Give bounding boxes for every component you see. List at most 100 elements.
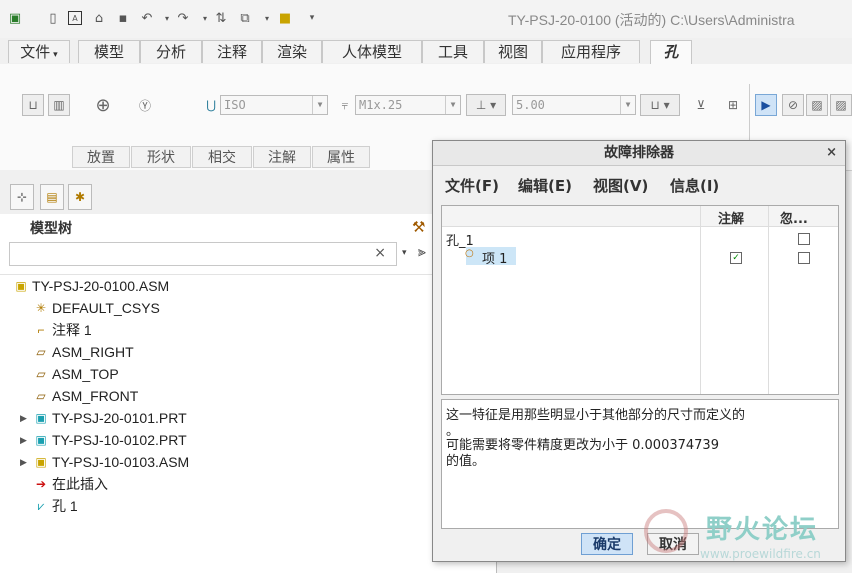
tree-item-label: DEFAULT_CSYS [52,300,160,316]
favorites-tab-icon[interactable]: ✱ [68,184,92,210]
tab-render[interactable]: 渲染 [262,40,322,63]
annotate-icon[interactable]: A [68,11,82,25]
profile-hole-icon[interactable]: Ⓨ [134,94,156,116]
dialog-title: 故障排除器 [433,141,845,166]
tree-item[interactable]: ✳ DEFAULT_CSYS [0,297,496,319]
subtab-shape[interactable]: 形状 [131,146,191,168]
tree-item[interactable]: ➔ 在此插入 [0,473,496,495]
folder-browser-tab-icon[interactable]: ▤ [40,184,64,210]
tab-human-model[interactable]: 人体模型 [322,40,422,63]
menu-file[interactable]: 文件(F) [445,175,499,196]
tree-item[interactable]: ⩗ 孔 1 [0,495,496,517]
expand-arrow-icon[interactable]: ▶ [20,429,27,451]
tapping-icon[interactable]: ⫧ [334,94,356,116]
tab-tools[interactable]: 工具 [422,40,484,63]
datum-plane-icon: ▱ [36,389,46,403]
ignore-checkbox[interactable] [798,252,810,264]
tree-item-label: TY-PSJ-10-0102.PRT [52,432,187,448]
tab-model[interactable]: 模型 [78,40,140,63]
app-icon: ▣ [8,10,22,26]
customize-toolbar-icon[interactable]: ▾ [303,9,321,27]
tree-item-label: TY-PSJ-20-0101.PRT [52,410,187,426]
depth-option-icon[interactable]: ⊥ ▾ [466,94,506,116]
filter-dropdown-icon[interactable]: ▾ [402,248,407,258]
tree-item[interactable]: ▱ ASM_TOP [0,363,496,385]
no-preview-icon[interactable]: ⊘ [782,94,804,116]
part-icon: ▣ [35,411,47,425]
redo-icon[interactable]: ↷ [174,9,192,27]
warning-dot-icon: ○ [465,248,474,259]
model-tree-search-input[interactable]: × [9,242,397,266]
menu-edit[interactable]: 编辑(E) [518,175,572,196]
tab-applications[interactable]: 应用程序 [542,40,640,63]
column-header-note[interactable]: 注解 [718,208,744,227]
undo-icon[interactable]: ↶ [138,9,156,27]
preview-icon[interactable]: ▨ [830,94,852,116]
tab-annotate[interactable]: 注释 [202,40,262,63]
watermark-logo-icon [644,509,688,553]
tapered-hole-icon[interactable]: ⋃ [200,94,222,116]
subtab-placement[interactable]: 放置 [72,146,130,168]
model-tree-panel: ⊹ ▤ ✱ 模型树 ⚒ × ▾ ⫸ ▣ TY-PSJ-20-0100.ASM ✳ DE… [0,170,497,573]
part-icon: ▣ [35,433,47,447]
depth-type-icon[interactable]: ⊔ ▾ [640,94,680,116]
tree-settings-icon[interactable]: ⚒ [412,218,425,236]
title-bar: ▣ ▯ A ⌂ ▪ ↶ ▾ ↷ ▾ ⇅ ⧉ ▾ ■ ▾ TY-PSJ-20-01… [0,0,852,38]
save-icon[interactable]: ▪ [114,9,132,27]
open-folder-icon[interactable]: ⌂ [90,9,108,27]
datum-plane-icon: ▱ [36,345,46,359]
issues-table: 注解 忽... 孔_1 ○ 项 1 ✓ [441,205,839,395]
counterbore-icon[interactable]: ⊞ [722,94,744,116]
tab-file[interactable]: 文件 ▾ [8,40,70,63]
clear-search-icon[interactable]: × [374,245,386,261]
new-file-icon[interactable]: ▯ [44,9,62,27]
tab-view[interactable]: 视图 [484,40,542,63]
expand-arrow-icon[interactable]: ▶ [20,451,27,473]
note-checkbox-checked[interactable]: ✓ [730,252,742,264]
countersink-icon[interactable]: ⊻ [690,94,712,116]
tree-item[interactable]: ▣ TY-PSJ-20-0100.ASM [0,275,496,297]
tree-item[interactable]: ▶ ▣ TY-PSJ-20-0101.PRT [0,407,496,429]
tree-item[interactable]: ▶ ▣ TY-PSJ-10-0103.ASM [0,451,496,473]
troubleshooter-dialog: 故障排除器 × 文件(F) 编辑(E) 视图(V) 信息(I) 注解 忽... … [432,140,846,562]
depth-value-input[interactable]: 5.00 ▼ [512,95,636,115]
regenerate-icon[interactable]: ⇅ [212,9,230,27]
tab-hole[interactable]: 孔 [650,40,692,65]
standard-hole-icon[interactable]: ▥ [48,94,70,116]
verify-icon[interactable]: ▨ [806,94,828,116]
model-tree-tab-icon[interactable]: ⊹ [10,184,34,210]
message-line: 的值。 [446,454,486,469]
simple-hole-icon[interactable]: ⊔ [22,94,44,116]
windows-dropdown-icon[interactable]: ▾ [258,9,276,27]
tree-item[interactable]: ⌐ 注释 1 [0,319,496,341]
tree-item-label: TY-PSJ-20-0100.ASM [32,278,170,294]
pause-icon[interactable]: ▶ [755,94,777,116]
subtab-properties[interactable]: 属性 [312,146,370,168]
tree-item-label: TY-PSJ-10-0103.ASM [52,454,190,470]
column-header-ignore[interactable]: 忽... [780,208,808,227]
message-line: 这一特征是用那些明显小于其他部分的尺寸而定义的 [446,408,746,423]
expand-arrow-icon[interactable]: ▶ [20,407,27,429]
table-header: 注解 忽... [442,206,838,227]
sketch-hole-icon[interactable]: ⊕ [92,94,114,116]
tree-item-label: 在此插入 [52,476,108,492]
close-icon[interactable]: × [826,145,837,160]
ignore-checkbox[interactable] [798,233,810,245]
forum-watermark: 野火论坛 www.proewildfire.cn [640,505,852,573]
tree-filter-icon[interactable]: ⫸ [418,244,426,260]
close-window-icon[interactable]: ■ [276,9,294,27]
tree-item-label: ASM_FRONT [52,388,139,404]
subtab-note[interactable]: 注解 [253,146,311,168]
tree-item[interactable]: ▱ ASM_FRONT [0,385,496,407]
screw-size-select[interactable]: M1x.25 ▼ [355,95,461,115]
subtab-intersect[interactable]: 相交 [192,146,252,168]
ok-button[interactable]: 确定 [581,533,633,555]
windows-icon[interactable]: ⧉ [236,9,254,27]
menu-info[interactable]: 信息(I) [670,175,719,196]
tab-analysis[interactable]: 分析 [140,40,202,63]
tree-item[interactable]: ▱ ASM_RIGHT [0,341,496,363]
menu-view[interactable]: 视图(V) [593,175,648,196]
standard-select[interactable]: ISO ▼ [220,95,328,115]
tree-item[interactable]: ▶ ▣ TY-PSJ-10-0102.PRT [0,429,496,451]
table-row-label[interactable]: 项 1 [482,248,507,267]
